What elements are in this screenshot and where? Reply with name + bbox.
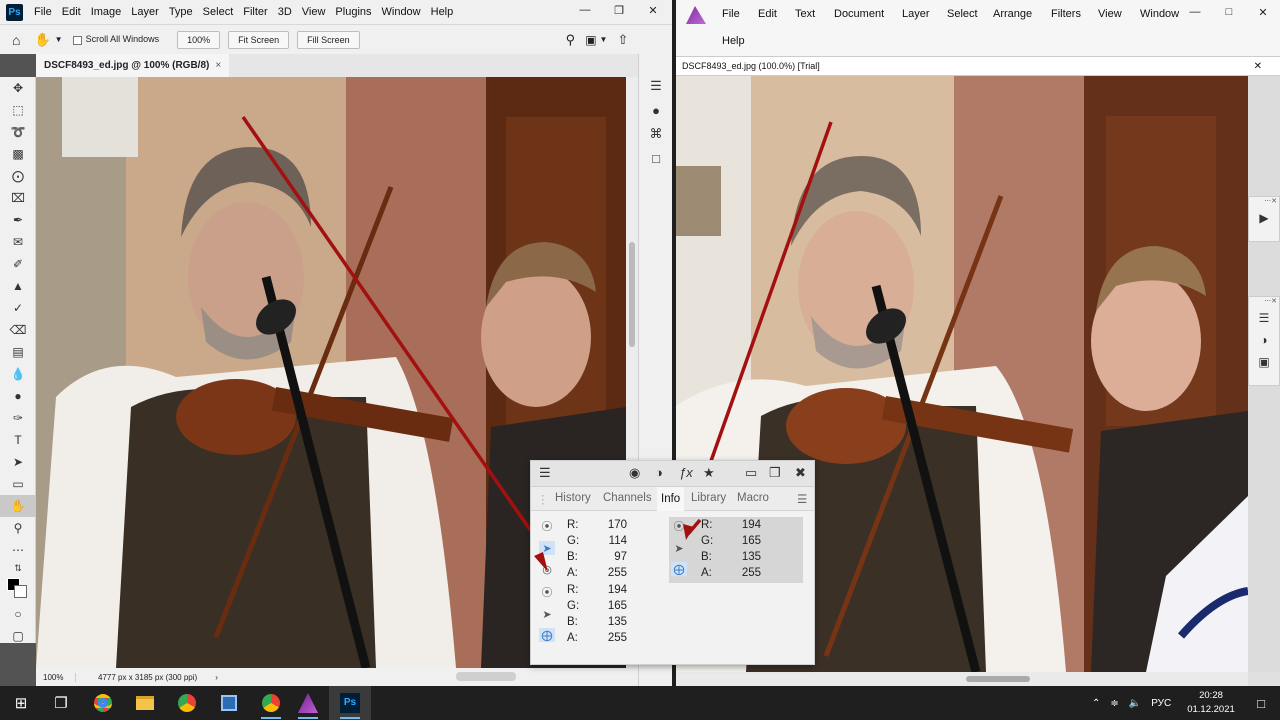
annotation-overlay: [534, 518, 702, 572]
clock-date: 01.12.2021: [1187, 704, 1235, 715]
volume-icon[interactable]: 🔈: [1129, 698, 1141, 709]
chrome-profile-icon[interactable]: [166, 686, 208, 720]
wifi-icon[interactable]: ≑: [1110, 698, 1118, 709]
clock-time: 20:28: [1199, 690, 1223, 701]
photoshop-taskbar-logo: Ps: [340, 693, 360, 713]
windows-taskbar: ⊞ ❐ Ps ⌃ ≑ 🔈 РУС 20:28 01.12.2021 □: [0, 686, 1280, 720]
system-tray: ⌃ ≑ 🔈 РУС: [1092, 686, 1171, 720]
annotation-arrow-head: [534, 552, 548, 572]
language-indicator[interactable]: РУС: [1151, 698, 1171, 709]
save-app-icon[interactable]: [208, 686, 250, 720]
clock[interactable]: 20:28 01.12.2021: [1186, 689, 1236, 717]
windows-start-icon[interactable]: ⊞: [0, 686, 42, 720]
chrome-window-icon[interactable]: [250, 686, 292, 720]
file-explorer-icon[interactable]: [124, 686, 166, 720]
affinity-photo-taskbar-icon[interactable]: [287, 686, 329, 720]
photoshop-taskbar-icon[interactable]: Ps: [329, 686, 371, 720]
notifications-icon[interactable]: □: [1240, 686, 1280, 720]
desktop: Ps File Edit Image Layer Type Select Fil…: [0, 0, 1280, 720]
chrome-icon[interactable]: [82, 686, 124, 720]
chevron-up-icon[interactable]: ⌃: [1092, 698, 1100, 709]
task-view-icon[interactable]: ❐: [40, 686, 82, 720]
